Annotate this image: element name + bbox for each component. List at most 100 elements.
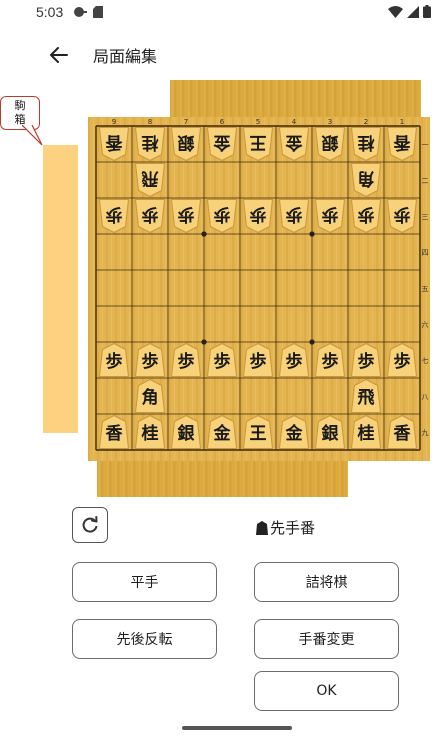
shogi-piece[interactable]: 歩 xyxy=(350,342,382,377)
battery-icon xyxy=(423,5,431,18)
shogi-piece[interactable]: 歩 xyxy=(206,342,238,377)
piece-label: 歩 xyxy=(394,204,411,225)
piece-label: 歩 xyxy=(322,204,339,225)
shogi-piece[interactable]: 香 xyxy=(98,127,130,162)
piece-label: 歩 xyxy=(394,351,411,372)
shogi-piece[interactable]: 歩 xyxy=(278,199,310,234)
shogi-piece[interactable]: 桂 xyxy=(134,414,166,449)
rank-label: 五 xyxy=(422,285,429,293)
rank-label: 九 xyxy=(422,428,429,437)
shogi-piece[interactable]: 桂 xyxy=(350,414,382,449)
shogi-piece[interactable]: 王 xyxy=(242,414,274,449)
arrow-back-icon xyxy=(50,47,68,63)
shogi-piece[interactable]: 香 xyxy=(98,414,130,449)
shogi-piece[interactable]: 香 xyxy=(386,414,418,449)
piece-label: 銀 xyxy=(322,423,339,444)
shogi-piece[interactable]: 香 xyxy=(386,127,418,162)
piece-label: 歩 xyxy=(142,204,159,225)
shogi-piece[interactable]: 歩 xyxy=(206,199,238,234)
shogi-piece[interactable]: 歩 xyxy=(170,342,202,377)
shogi-piece[interactable]: 歩 xyxy=(134,342,166,377)
shogi-piece[interactable]: 角 xyxy=(134,378,166,413)
shogi-piece[interactable]: 銀 xyxy=(314,414,346,449)
piece-label: 金 xyxy=(285,132,304,153)
shogi-piece[interactable]: 銀 xyxy=(170,127,202,162)
shogi-piece[interactable]: 歩 xyxy=(278,342,310,377)
ok-button[interactable]: OK xyxy=(254,671,399,711)
piece-label: 香 xyxy=(394,132,411,152)
shogi-piece[interactable]: 歩 xyxy=(98,199,130,234)
tsume-shogi-button[interactable]: 詰将棋 xyxy=(254,562,399,602)
shogi-piece[interactable]: 金 xyxy=(206,127,238,162)
star-point xyxy=(201,339,207,345)
piece-box[interactable] xyxy=(43,145,78,433)
callout-tail xyxy=(22,125,43,146)
sente-hand[interactable] xyxy=(97,461,348,497)
shogi-piece[interactable]: 歩 xyxy=(242,199,274,234)
hirate-button[interactable]: 平手 xyxy=(72,562,217,602)
gote-hand[interactable] xyxy=(170,80,421,118)
shogi-piece[interactable]: 金 xyxy=(206,414,238,449)
piece-label: 銀 xyxy=(178,132,195,153)
piece-label: 桂 xyxy=(141,423,159,444)
refresh-icon xyxy=(82,516,98,533)
rank-label: 六 xyxy=(422,320,429,329)
shogi-piece[interactable]: 歩 xyxy=(386,199,418,234)
shogi-piece[interactable]: 歩 xyxy=(314,342,346,377)
page-title: 局面編集 xyxy=(93,47,158,66)
piece-label: 香 xyxy=(394,424,411,444)
shogi-piece[interactable]: 歩 xyxy=(314,199,346,234)
file-label: 1 xyxy=(400,118,404,126)
piece-label: 歩 xyxy=(358,204,375,225)
shogi-piece[interactable]: 銀 xyxy=(170,414,202,449)
piece-label: 歩 xyxy=(142,351,159,372)
shogi-piece[interactable]: 飛 xyxy=(350,378,382,413)
cell-signal-icon xyxy=(407,5,419,18)
status-bar: 5:03 xyxy=(0,0,445,26)
reset-button[interactable] xyxy=(72,507,108,543)
shogi-piece[interactable]: 桂 xyxy=(134,127,166,162)
shogi-piece[interactable]: 歩 xyxy=(134,199,166,234)
piece-label: 歩 xyxy=(358,351,375,372)
shogi-piece[interactable]: 歩 xyxy=(386,342,418,377)
piece-box-label-line1: 駒 xyxy=(14,99,26,112)
file-label: 7 xyxy=(184,118,188,126)
shogi-piece[interactable]: 桂 xyxy=(350,127,382,162)
piece-label: 歩 xyxy=(106,351,123,372)
piece-label: 金 xyxy=(213,423,232,444)
flip-sides-button[interactable]: 先後反転 xyxy=(72,619,217,659)
shogi-board[interactable]: 9 8 7 6 5 4 3 2 1一二三四五六七八九 香桂銀金王金銀桂香飛 角歩歩歩歩歩歩歩歩歩歩… xyxy=(88,117,430,461)
shogi-piece[interactable]: 金 xyxy=(278,127,310,162)
shogi-piece[interactable]: 歩 xyxy=(242,342,274,377)
shogi-piece[interactable]: 歩 xyxy=(350,199,382,234)
shogi-piece[interactable]: 金 xyxy=(278,414,310,449)
shogi-piece[interactable]: 飛 xyxy=(134,163,166,198)
star-point xyxy=(309,339,315,345)
piece-label: 銀 xyxy=(322,132,339,153)
shogi-piece[interactable]: 歩 xyxy=(170,199,202,234)
rank-label: 一 xyxy=(422,141,429,149)
file-label: 8 xyxy=(148,118,152,126)
back-button[interactable] xyxy=(44,40,74,70)
home-indicator xyxy=(182,726,292,730)
piece-label: 金 xyxy=(213,132,232,153)
piece-label: 歩 xyxy=(178,351,195,372)
shogi-piece[interactable]: 銀 xyxy=(314,127,346,162)
sd-card-icon xyxy=(93,6,103,18)
piece-label: 角 xyxy=(358,168,375,189)
piece-label: 銀 xyxy=(178,423,195,444)
rank-label: 七 xyxy=(422,356,429,365)
star-point xyxy=(309,231,315,237)
change-turn-button[interactable]: 手番変更 xyxy=(254,619,399,659)
piece-label: 歩 xyxy=(286,351,303,372)
piece-label: 歩 xyxy=(250,204,267,225)
shogi-piece[interactable]: 角 xyxy=(350,163,382,198)
piece-label: 香 xyxy=(106,424,123,444)
shogi-piece[interactable]: 王 xyxy=(242,127,274,162)
notification-icon xyxy=(74,7,87,17)
shogi-piece[interactable]: 歩 xyxy=(98,342,130,377)
piece-label: 角 xyxy=(142,387,159,408)
turn-label: 先手番 xyxy=(270,519,316,537)
wifi-icon xyxy=(388,5,403,18)
file-label: 3 xyxy=(328,118,332,126)
